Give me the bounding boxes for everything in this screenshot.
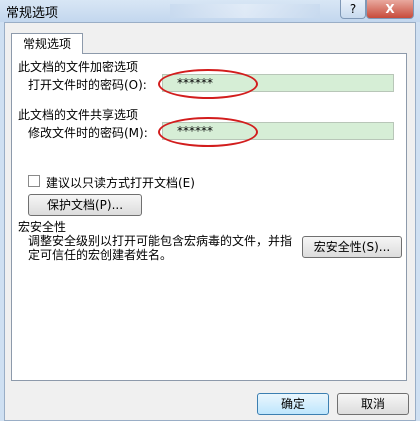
modify-password-label: 修改文件时的密码(M): — [28, 126, 148, 140]
tab-general-options[interactable]: 常规选项 — [11, 33, 83, 54]
readonly-checkbox-label: 建议以只读方式打开文档(E) — [46, 176, 195, 190]
cancel-button[interactable]: 取消 — [337, 393, 409, 415]
title-bar: 常规选项 ? X — [0, 0, 420, 22]
modify-password-field[interactable]: ****** — [162, 122, 394, 140]
macro-section-title: 宏安全性 — [18, 220, 67, 234]
watermark-logo — [300, 360, 410, 390]
share-section-title: 此文档的文件共享选项 — [18, 108, 139, 122]
window-title: 常规选项 — [6, 6, 59, 21]
open-password-label: 打开文件时的密码(O): — [28, 78, 147, 92]
tab-panel: 此文档的文件加密选项 打开文件时的密码(O): ****** 此文档的文件共享选… — [11, 53, 407, 381]
macro-description: 调整安全级别以打开可能包含宏病毒的文件，并指定可信任的宏创建者姓名。 — [28, 234, 293, 262]
ok-button[interactable]: 确定 — [257, 393, 329, 415]
macro-security-button[interactable]: 宏安全性(S)... — [302, 236, 402, 258]
readonly-checkbox[interactable] — [28, 175, 40, 187]
blurred-background-area — [170, 4, 320, 18]
help-button[interactable]: ? — [340, 0, 366, 19]
encrypt-section-title: 此文档的文件加密选项 — [18, 60, 139, 74]
close-button[interactable]: X — [366, 0, 414, 19]
open-password-field[interactable]: ****** — [162, 74, 394, 92]
protect-document-button[interactable]: 保护文档(P)... — [28, 194, 142, 216]
